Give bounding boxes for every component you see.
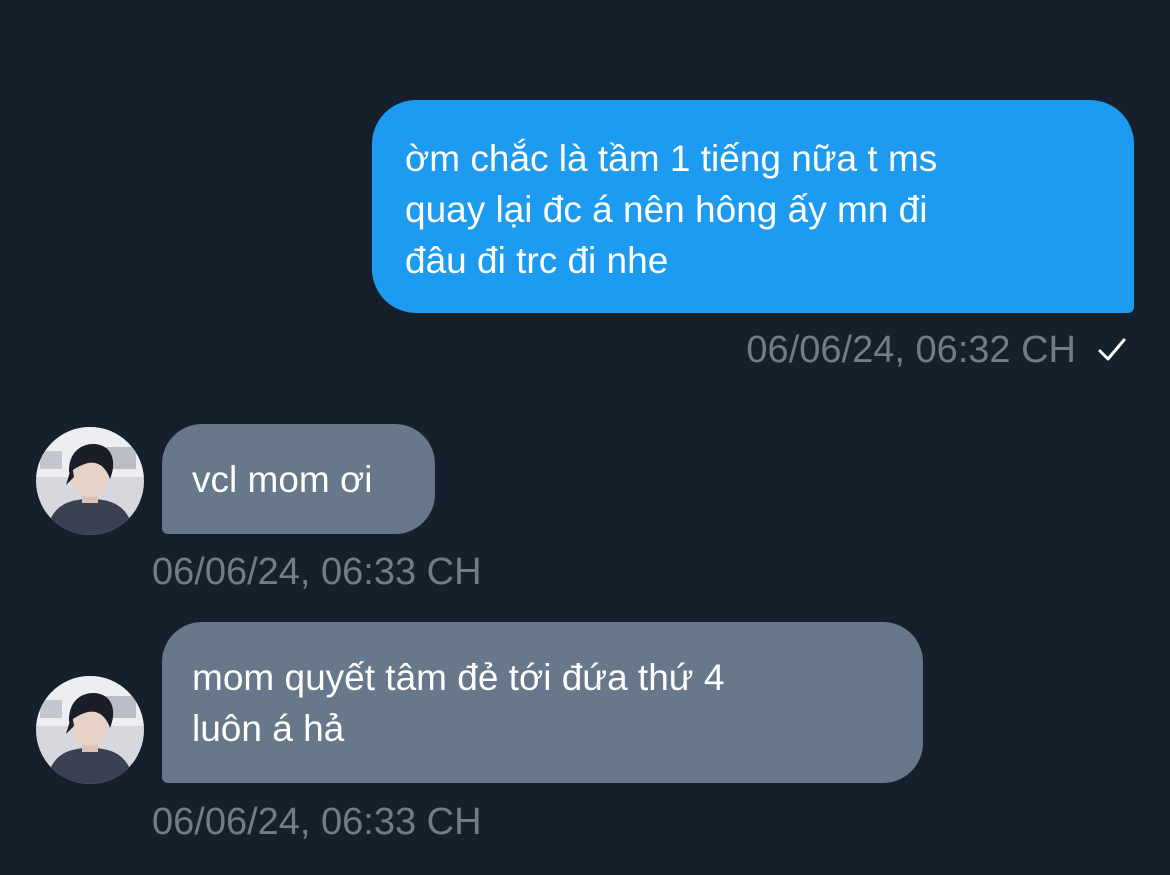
avatar-photo-icon xyxy=(36,676,144,784)
check-icon xyxy=(1098,338,1126,361)
message-timestamp: 06/06/24, 06:33 CH xyxy=(152,551,482,593)
contact-avatar[interactable] xyxy=(36,676,144,784)
sent-message-bubble[interactable]: ờm chắc là tầm 1 tiếng nữa t ms quay lại… xyxy=(372,100,1134,313)
message-timestamp: 06/06/24, 06:33 CH xyxy=(152,801,482,843)
message-timestamp: 06/06/24, 06:32 CH xyxy=(746,329,1076,371)
contact-avatar[interactable] xyxy=(36,427,144,535)
received-message-bubble[interactable]: mom quyết tâm đẻ tới đứa thứ 4 luôn á hả xyxy=(162,622,923,783)
avatar-photo-icon xyxy=(36,427,144,535)
received-message-bubble[interactable]: vcl mom ơi xyxy=(162,424,435,534)
